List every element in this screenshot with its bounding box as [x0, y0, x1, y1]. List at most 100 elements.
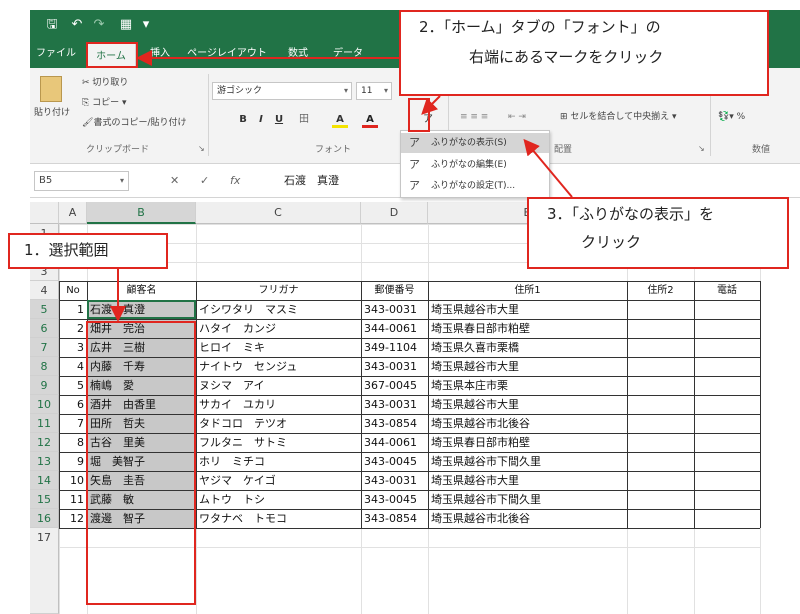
- name-box-chevron-icon[interactable]: ▾: [120, 171, 124, 191]
- table-cell[interactable]: [627, 452, 694, 471]
- name-box[interactable]: B5: [34, 171, 129, 191]
- table-cell[interactable]: 埼玉県越谷市大里: [428, 471, 627, 490]
- table-cell[interactable]: 343-0031: [361, 395, 428, 414]
- row-header-6[interactable]: 6: [30, 319, 59, 338]
- table-cell[interactable]: 埼玉県春日部市粕壁: [428, 433, 627, 452]
- redo-icon[interactable]: ↷: [92, 16, 106, 34]
- table-cell[interactable]: ヌシマ アイ: [196, 376, 361, 395]
- table-cell[interactable]: 埼玉県越谷市北後谷: [428, 509, 627, 528]
- table-cell[interactable]: [694, 319, 760, 338]
- table-cell[interactable]: [694, 357, 760, 376]
- table-header-cell[interactable]: 住所2: [627, 281, 694, 300]
- table-cell[interactable]: 343-0045: [361, 452, 428, 471]
- table-cell[interactable]: 埼玉県本庄市栗: [428, 376, 627, 395]
- table-header-cell[interactable]: 顧客名: [87, 281, 196, 300]
- table-cell[interactable]: 12: [59, 509, 87, 528]
- table-cell[interactable]: 埼玉県春日部市粕壁: [428, 319, 627, 338]
- table-cell[interactable]: ムトウ トシ: [196, 490, 361, 509]
- save-icon[interactable]: 🖫: [44, 16, 60, 34]
- table-cell[interactable]: 343-0031: [361, 357, 428, 376]
- undo-icon[interactable]: ↶: [70, 16, 84, 34]
- select-all-corner[interactable]: [30, 202, 59, 224]
- table-cell[interactable]: イシワタリ マスミ: [196, 300, 361, 319]
- table-cell[interactable]: 343-0045: [361, 490, 428, 509]
- table-cell[interactable]: 367-0045: [361, 376, 428, 395]
- table-cell[interactable]: 8: [59, 433, 87, 452]
- font-color-button[interactable]: A: [362, 112, 378, 128]
- tab-page-layout[interactable]: ページレイアウト: [184, 40, 270, 68]
- merge-center-button[interactable]: ⊞ セルを結合して中央揃え ▾: [560, 110, 677, 124]
- table-cell[interactable]: ヤジマ ケイゴ: [196, 471, 361, 490]
- table-cell[interactable]: 3: [59, 338, 87, 357]
- table-cell[interactable]: 埼玉県越谷市下間久里: [428, 452, 627, 471]
- table-cell[interactable]: 6: [59, 395, 87, 414]
- table-header-cell[interactable]: 郵便番号: [361, 281, 428, 300]
- table-cell[interactable]: [694, 376, 760, 395]
- table-cell[interactable]: 10: [59, 471, 87, 490]
- table-cell[interactable]: 埼玉県越谷市大里: [428, 357, 627, 376]
- table-cell[interactable]: [694, 452, 760, 471]
- table-cell[interactable]: 埼玉県越谷市下間久里: [428, 490, 627, 509]
- function-icon[interactable]: fx: [230, 171, 240, 191]
- customize-dropdown-icon[interactable]: ▾: [140, 16, 152, 34]
- table-cell[interactable]: [694, 509, 760, 528]
- tab-insert[interactable]: 挿入: [140, 40, 180, 68]
- table-cell[interactable]: [694, 395, 760, 414]
- table-cell[interactable]: [694, 490, 760, 509]
- row-header-5[interactable]: 5: [30, 300, 59, 319]
- table-header-cell[interactable]: 電話: [694, 281, 760, 300]
- tab-formulas[interactable]: 数式: [276, 40, 320, 68]
- row-header-16[interactable]: 16: [30, 509, 59, 528]
- cancel-icon[interactable]: ✕: [170, 171, 179, 191]
- table-cell[interactable]: 7: [59, 414, 87, 433]
- paste-button[interactable]: 貼り付け: [34, 106, 70, 120]
- indent-icon[interactable]: ⇤ ⇥: [508, 110, 526, 124]
- table-cell[interactable]: ナイトウ センジュ: [196, 357, 361, 376]
- table-cell[interactable]: [694, 300, 760, 319]
- row-header-13[interactable]: 13: [30, 452, 59, 471]
- table-cell[interactable]: ヒロイ ミキ: [196, 338, 361, 357]
- menu-item-show-furigana[interactable]: アふりがなの表示(S): [401, 133, 549, 153]
- table-cell[interactable]: [627, 490, 694, 509]
- alignment-launcher-icon[interactable]: ↘: [698, 144, 705, 153]
- border-button[interactable]: 田: [294, 112, 314, 128]
- tab-file[interactable]: ファイル: [32, 40, 80, 68]
- table-cell[interactable]: 1: [59, 300, 87, 319]
- menu-item-edit-furigana[interactable]: アふりがなの編集(E): [401, 155, 549, 175]
- paste-icon[interactable]: [40, 76, 62, 102]
- underline-button[interactable]: U: [272, 112, 286, 128]
- tab-data[interactable]: データ: [326, 40, 370, 68]
- table-cell[interactable]: [627, 376, 694, 395]
- row-header-4[interactable]: 4: [30, 281, 59, 300]
- table-cell[interactable]: 9: [59, 452, 87, 471]
- row-header-14[interactable]: 14: [30, 471, 59, 490]
- table-cell[interactable]: ハタイ カンジ: [196, 319, 361, 338]
- table-cell[interactable]: [694, 471, 760, 490]
- table-cell[interactable]: [627, 395, 694, 414]
- row-header-7[interactable]: 7: [30, 338, 59, 357]
- copy-button[interactable]: ⎘ コピー ▾: [82, 96, 126, 110]
- table-cell[interactable]: ワタナベ トモコ: [196, 509, 361, 528]
- table-cell[interactable]: [694, 414, 760, 433]
- table-cell[interactable]: 2: [59, 319, 87, 338]
- italic-button[interactable]: I: [254, 112, 268, 128]
- fill-color-button[interactable]: A: [332, 112, 348, 128]
- table-cell[interactable]: 11: [59, 490, 87, 509]
- table-cell[interactable]: フルタニ サトミ: [196, 433, 361, 452]
- align-left-icon[interactable]: ≡ ≡ ≡: [460, 110, 488, 124]
- table-cell[interactable]: 埼玉県久喜市栗橋: [428, 338, 627, 357]
- table-cell[interactable]: ホリ ミチコ: [196, 452, 361, 471]
- cut-button[interactable]: ✂ 切り取り: [82, 76, 128, 90]
- table-cell[interactable]: 5: [59, 376, 87, 395]
- table-cell[interactable]: 埼玉県越谷市大里: [428, 395, 627, 414]
- table-cell[interactable]: サカイ ユカリ: [196, 395, 361, 414]
- table-cell[interactable]: [627, 319, 694, 338]
- table-cell[interactable]: 343-0031: [361, 471, 428, 490]
- row-header-8[interactable]: 8: [30, 357, 59, 376]
- form-icon[interactable]: ▦: [118, 16, 134, 34]
- font-name-combo[interactable]: 游ゴシック ▾: [212, 82, 352, 100]
- table-cell[interactable]: 4: [59, 357, 87, 376]
- column-header-b[interactable]: B: [87, 202, 196, 224]
- table-cell[interactable]: [694, 433, 760, 452]
- currency-button[interactable]: 💱▾ %: [718, 110, 745, 124]
